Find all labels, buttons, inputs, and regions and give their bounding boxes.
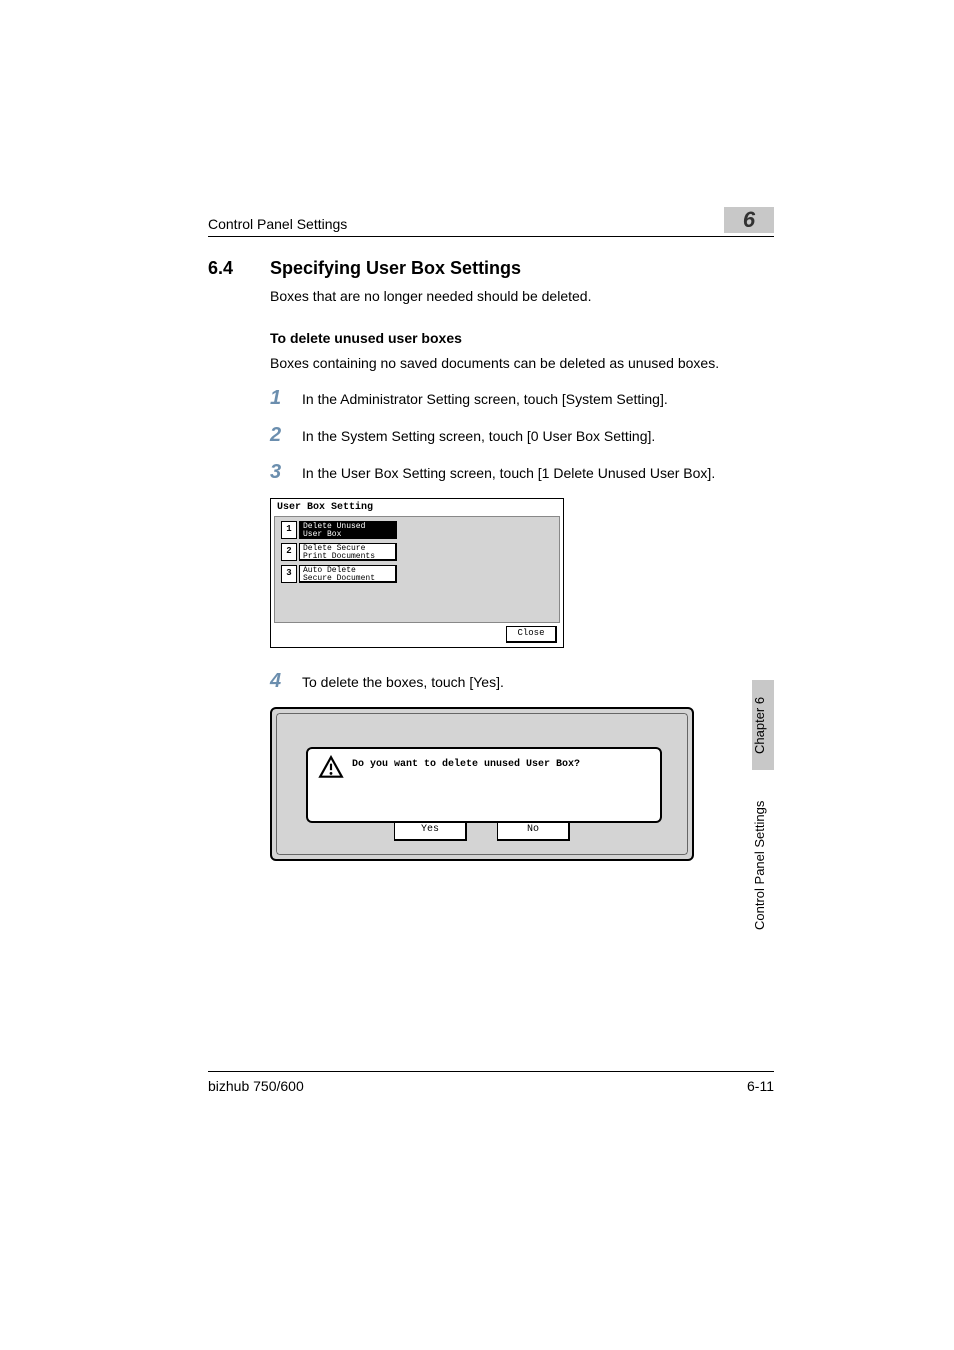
menu-item-number: 3 [281,565,297,583]
confirm-message: Do you want to delete unused User Box? [352,759,580,770]
confirm-delete-panel: Do you want to delete unused User Box? Y… [270,707,694,861]
side-tab: Chapter 6 Control Panel Settings [750,680,774,960]
document-page: Control Panel Settings 6 6.4 Specifying … [0,0,954,1350]
section-heading: 6.4 Specifying User Box Settings [208,258,773,279]
chapter-number-badge: 6 [724,207,774,233]
step-1: 1 In the Administrator Setting screen, t… [270,387,773,410]
step-number: 3 [270,461,302,484]
step-text: In the User Box Setting screen, touch [1… [302,462,715,483]
page-header: Control Panel Settings [208,216,774,237]
user-box-setting-panel: User Box Setting 1 Delete Unused User Bo… [270,498,564,648]
menu-item-number: 1 [281,521,297,539]
step-number: 1 [270,387,302,410]
panel-body: 1 Delete Unused User Box 2 Delete Secure… [274,516,560,623]
warning-icon [318,755,344,781]
menu-button-line2: Secure Document [303,575,392,583]
section-title: Specifying User Box Settings [270,258,521,279]
subsection-title: To delete unused user boxes [270,330,773,346]
header-rule [208,236,774,237]
page-number: 6-11 [747,1078,774,1094]
menu-button-line2: Print Documents [303,553,392,561]
close-button[interactable]: Close [506,626,557,643]
step-number: 4 [270,670,302,693]
panel-menu-row-1: 1 Delete Unused User Box [281,521,559,539]
footer-row: bizhub 750/600 6-11 [208,1078,774,1094]
menu-item-number: 2 [281,543,297,561]
menu-button-line2: User Box [303,531,392,539]
yes-button[interactable]: Yes [394,822,467,841]
panel-menu-row-2: 2 Delete Secure Print Documents [281,543,559,561]
no-button[interactable]: No [497,822,570,841]
auto-delete-secure-document-button[interactable]: Auto Delete Secure Document [299,565,397,583]
page-content: 6.4 Specifying User Box Settings Boxes t… [208,258,773,861]
step-text: To delete the boxes, touch [Yes]. [302,671,504,692]
step-number: 2 [270,424,302,447]
footer-rule [208,1071,774,1072]
section-number: 6.4 [208,258,270,279]
side-chapter-label: Chapter 6 [752,680,774,770]
confirm-button-row: Yes No [272,822,692,841]
page-footer: bizhub 750/600 6-11 [208,1071,774,1094]
step-text: In the Administrator Setting screen, tou… [302,388,668,409]
step-2: 2 In the System Setting screen, touch [0… [270,424,773,447]
step-4: 4 To delete the boxes, touch [Yes]. [270,670,773,693]
step-text: In the System Setting screen, touch [0 U… [302,425,655,446]
side-section-label: Control Panel Settings [752,780,774,950]
product-name: bizhub 750/600 [208,1078,304,1094]
delete-unused-user-box-button[interactable]: Delete Unused User Box [299,521,397,539]
confirm-dialog: Do you want to delete unused User Box? [306,747,662,823]
step-3: 3 In the User Box Setting screen, touch … [270,461,773,484]
delete-secure-print-documents-button[interactable]: Delete Secure Print Documents [299,543,397,561]
panel-title: User Box Setting [277,502,373,513]
section-intro-text: Boxes that are no longer needed should b… [270,287,773,306]
subsection-intro-text: Boxes containing no saved documents can … [270,354,773,373]
running-header-title: Control Panel Settings [208,216,774,232]
panel-menu-row-3: 3 Auto Delete Secure Document [281,565,559,583]
